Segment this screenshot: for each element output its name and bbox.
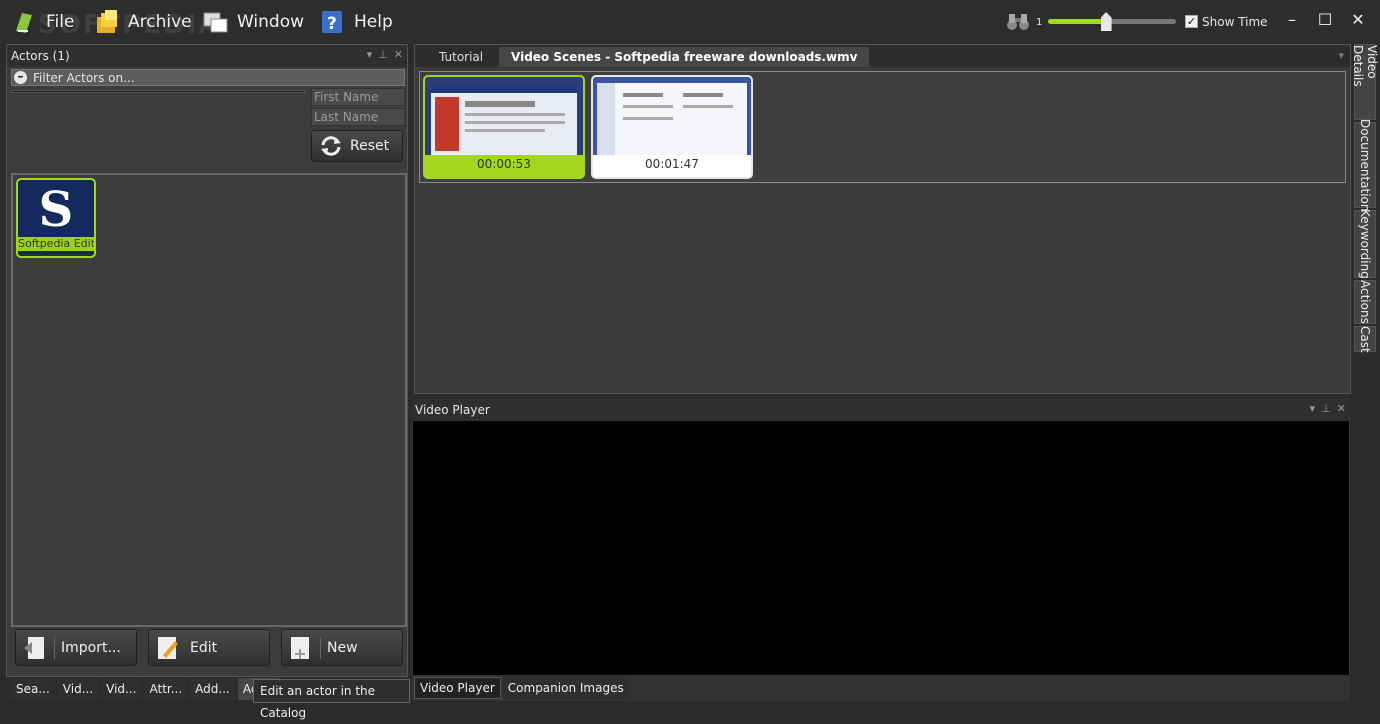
video-player-tabs: Video Player Companion Images (414, 677, 631, 699)
help-menu[interactable]: ? Help (320, 6, 393, 38)
actors-panel: Actors (1) ▾ ⊥ ✕ – Filter Actors on... R… (6, 44, 408, 700)
close-icon[interactable]: ✕ (394, 48, 403, 61)
close-button[interactable]: ✕ (1346, 8, 1370, 32)
last-name-field[interactable] (311, 108, 405, 126)
video-player-panel: Video Player ▾ ⊥ ✕ Video Player Companio… (412, 399, 1350, 701)
tab-keywording[interactable]: Keywording (1354, 209, 1376, 279)
new-document-icon (288, 635, 314, 661)
scene-time: 00:00:53 (425, 155, 583, 177)
scene-time: 00:01:47 (593, 155, 751, 177)
tab-documentation[interactable]: Documentation (1354, 119, 1376, 211)
actor-avatar: S (38, 182, 74, 238)
tab-actions[interactable]: Actions (1354, 280, 1376, 324)
maximize-button[interactable]: ☐ (1313, 8, 1337, 32)
pin-icon[interactable]: ⊥ (1321, 402, 1331, 415)
tab-dropdown-icon[interactable]: ▾ (1338, 49, 1344, 62)
actors-list: S Softpedia Editor (11, 173, 407, 627)
close-icon[interactable]: ✕ (1337, 402, 1346, 415)
video-player-title: Video Player (415, 403, 490, 417)
archive-menu[interactable]: Archive (94, 6, 192, 38)
tab-attributes[interactable]: Attr... (144, 678, 188, 700)
reset-label: Reset (350, 138, 390, 154)
filter-actors-label: Filter Actors on... (33, 70, 135, 85)
help-icon: ? (320, 9, 346, 35)
refresh-icon (318, 133, 344, 159)
tab-companion-images[interactable]: Companion Images (502, 677, 629, 699)
new-label: New (327, 639, 358, 656)
video-player-header: Video Player ▾ ⊥ ✕ (412, 399, 1350, 421)
tab-add[interactable]: Add... (190, 678, 235, 700)
import-icon (22, 635, 48, 661)
document-tabs: Tutorial Video Scenes - Softpedia freewa… (415, 45, 1350, 67)
tab-cast[interactable]: Cast (1354, 326, 1376, 352)
zoom-slider[interactable] (1048, 19, 1176, 24)
video-scenes-panel: Tutorial Video Scenes - Softpedia freewa… (414, 44, 1351, 394)
actors-panel-tabs: Sea... Vid... Vid... Attr... Add... Act.… (11, 678, 282, 700)
tooltip: Edit an actor in the Catalog (253, 679, 410, 720)
video-screen[interactable] (413, 421, 1349, 675)
new-button[interactable]: New (281, 629, 403, 666)
scene-preview-image (593, 77, 751, 157)
actors-panel-title: Actors (1) (11, 49, 70, 63)
first-name-field[interactable] (311, 88, 405, 106)
tab-video-details[interactable]: Vid... (101, 678, 142, 700)
pencil-icon (155, 635, 181, 661)
actor-name: Softpedia Editor (18, 237, 94, 251)
scene-preview-image (425, 77, 583, 157)
svg-text:?: ? (327, 14, 337, 34)
tab-videos[interactable]: Vid... (57, 678, 99, 700)
scene-thumbnail[interactable]: 00:00:53 (423, 75, 585, 179)
show-time-checkbox[interactable]: ✓ (1185, 15, 1198, 28)
filter-actors-toggle[interactable]: – Filter Actors on... (11, 69, 405, 86)
import-button[interactable]: Import... (15, 629, 137, 666)
import-label: Import... (61, 639, 121, 656)
scene-strip: 00:00:53 00:01:47 (419, 71, 1346, 183)
window-menu[interactable]: Window (203, 6, 304, 38)
tab-video-player[interactable]: Video Player (414, 677, 501, 699)
help-menu-label: Help (354, 12, 393, 32)
zoom-value: 1 (1036, 16, 1043, 28)
zoom-slider-fill (1048, 19, 1106, 24)
zoom-control: 1 (1006, 8, 1042, 36)
minimize-button[interactable]: – (1280, 8, 1304, 32)
dropdown-icon[interactable]: ▾ (367, 48, 373, 61)
reset-button[interactable]: Reset (311, 130, 403, 162)
edit-label: Edit (190, 639, 218, 656)
file-menu[interactable]: File (12, 6, 74, 38)
pin-icon[interactable]: ⊥ (378, 48, 388, 61)
binoculars-icon[interactable] (1006, 10, 1030, 34)
tab-video-details-side[interactable]: Video Details (1351, 44, 1379, 120)
scene-thumbnail[interactable]: 00:01:47 (591, 75, 753, 179)
zoom-slider-thumb[interactable] (1100, 12, 1112, 31)
file-icon (12, 9, 38, 35)
tab-tutorial[interactable]: Tutorial (427, 47, 495, 67)
archive-icon (94, 9, 120, 35)
dropdown-icon[interactable]: ▾ (1310, 402, 1316, 415)
side-tabs: Video Details Documentation Keywording A… (1351, 44, 1379, 352)
show-time-label: Show Time (1202, 15, 1268, 29)
file-menu-label: File (46, 12, 75, 32)
actors-panel-header: Actors (1) ▾ ⊥ ✕ (7, 45, 407, 67)
menu-bar: SOFTPEDIA File Archive Window ? Help 1 ✓… (0, 0, 1380, 44)
tab-video-scenes[interactable]: Video Scenes - Softpedia freeware downlo… (499, 47, 870, 67)
window-menu-label: Window (237, 12, 305, 32)
filter-divider (11, 90, 305, 93)
archive-menu-label: Archive (128, 12, 192, 32)
tab-search[interactable]: Sea... (11, 678, 55, 700)
collapse-icon: – (14, 70, 27, 84)
actor-card[interactable]: S Softpedia Editor (16, 178, 96, 258)
edit-button[interactable]: Edit (148, 629, 270, 666)
window-icon (203, 9, 229, 35)
